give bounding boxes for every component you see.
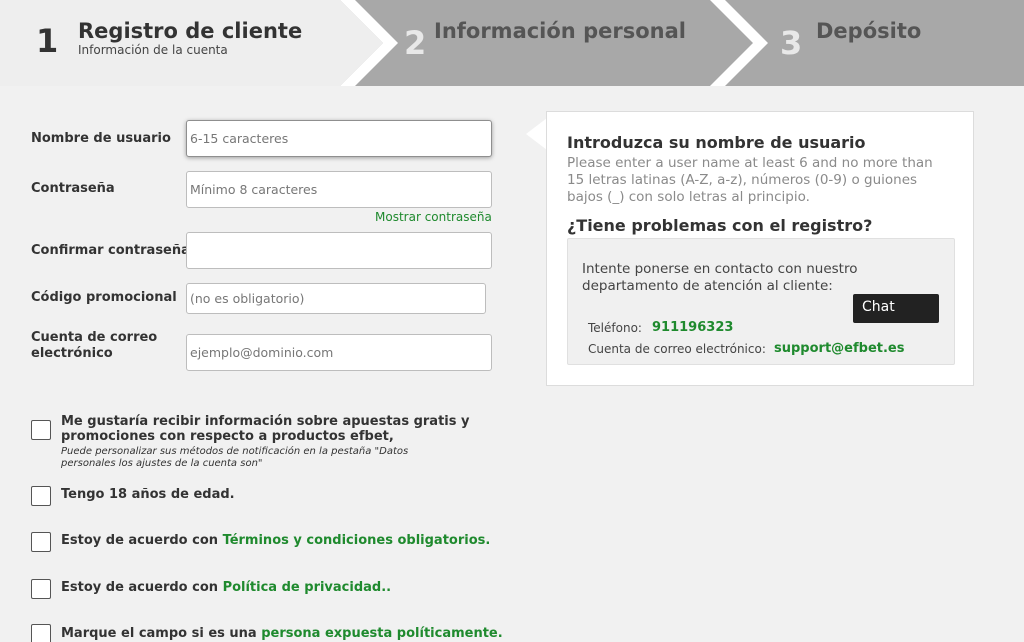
pep-link[interactable]: persona expuesta políticamente. xyxy=(261,626,502,641)
chat-button[interactable]: Chat xyxy=(853,294,939,323)
pep-prefix: Marque el campo si es una xyxy=(61,626,262,641)
age-text: Tengo 18 años de edad. xyxy=(61,487,235,502)
password-input[interactable] xyxy=(186,171,492,208)
email-label: Cuenta de correo electrónico xyxy=(31,330,157,362)
password-label: Contraseña xyxy=(31,181,115,196)
promo-code-label: Código promocional xyxy=(31,290,177,305)
pep-checkbox[interactable] xyxy=(31,624,51,642)
email-label-line1: Cuenta de correo xyxy=(31,330,158,345)
step-1-title: Registro de cliente xyxy=(78,19,303,43)
terms-text: Estoy de acuerdo con Términos y condicio… xyxy=(61,533,490,548)
promo-code-input[interactable] xyxy=(186,283,486,314)
support-email-label: Cuenta de correo electrónico: xyxy=(588,342,766,356)
newsletter-note-line2: personales los ajustes de la cuenta son" xyxy=(61,458,263,469)
help-description-line3: bajos (_) con solo letras al principio. xyxy=(567,189,810,205)
terms-prefix: Estoy de acuerdo con xyxy=(61,533,223,548)
contact-box: Intente ponerse en contacto con nuestro … xyxy=(567,238,955,365)
confirm-password-input[interactable] xyxy=(186,232,492,269)
phone-label: Teléfono: xyxy=(588,321,642,335)
help-panel: Introduzca su nombre de usuario Please e… xyxy=(546,111,974,386)
phone-number[interactable]: 911196323 xyxy=(652,320,733,335)
email-input[interactable] xyxy=(186,334,492,371)
newsletter-text: Me gustaría recibir información sobre ap… xyxy=(61,414,469,444)
email-label-line2: electrónico xyxy=(31,346,113,361)
username-label: Nombre de usuario xyxy=(31,131,171,146)
newsletter-note-line1: Puede personalizar sus métodos de notifi… xyxy=(61,446,409,457)
step-2-title: Información personal xyxy=(434,19,686,43)
newsletter-text-line2: promociones con respecto a productos efb… xyxy=(61,429,394,444)
step-1-subtitle: Información de la cuenta xyxy=(78,43,228,57)
privacy-prefix: Estoy de acuerdo con xyxy=(61,580,223,595)
privacy-link[interactable]: Política de privacidad.. xyxy=(223,580,392,595)
registration-problems-title: ¿Tiene problemas con el registro? xyxy=(567,216,873,235)
confirm-password-label: Confirmar contraseña xyxy=(31,243,190,258)
newsletter-note: Puede personalizar sus métodos de notifi… xyxy=(61,446,408,470)
age-checkbox[interactable] xyxy=(31,486,51,506)
step-3-number: 3 xyxy=(780,24,803,62)
registration-steps: 1 Registro de cliente Información de la … xyxy=(0,0,1024,86)
privacy-text: Estoy de acuerdo con Política de privaci… xyxy=(61,580,391,595)
privacy-checkbox[interactable] xyxy=(31,579,51,599)
username-input[interactable] xyxy=(186,120,492,157)
help-title: Introduzca su nombre de usuario xyxy=(567,133,866,152)
newsletter-checkbox[interactable] xyxy=(31,420,51,440)
help-description: Please enter a user name at least 6 and … xyxy=(567,155,967,206)
support-email-link[interactable]: support@efbet.es xyxy=(774,341,904,356)
show-password-link[interactable]: Mostrar contraseña xyxy=(375,210,492,224)
pep-text: Marque el campo si es una persona expues… xyxy=(61,626,503,641)
contact-text: Intente ponerse en contacto con nuestro … xyxy=(582,261,858,294)
terms-checkbox[interactable] xyxy=(31,532,51,552)
help-description-line2: 15 letras latinas (A-Z, a-z), números (0… xyxy=(567,172,918,188)
step-1-number: 1 xyxy=(36,22,59,60)
help-description-line1: Please enter a user name at least 6 and … xyxy=(567,155,933,171)
terms-link[interactable]: Términos y condiciones obligatorios. xyxy=(223,533,491,548)
step-2-number: 2 xyxy=(404,24,427,62)
help-panel-pointer xyxy=(526,118,547,150)
newsletter-text-line1: Me gustaría recibir información sobre ap… xyxy=(61,414,470,429)
step-3-title: Depósito xyxy=(816,19,922,43)
